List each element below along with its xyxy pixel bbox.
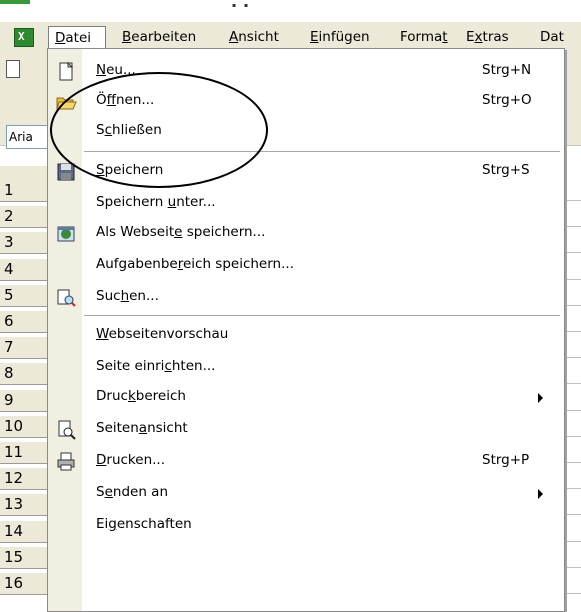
row-header[interactable]: 3 xyxy=(0,232,49,255)
row-header[interactable]: 6 xyxy=(0,311,49,333)
file-menu-item-label: Senden an xyxy=(96,484,168,500)
file-menu-item[interactable]: Druckbereich xyxy=(48,383,564,413)
annotation-circle xyxy=(50,72,268,188)
menu-bearbeiten[interactable]: Bearbeiten xyxy=(122,26,196,48)
grid-line xyxy=(563,226,581,228)
grid-line xyxy=(563,252,581,254)
file-menu-item[interactable]: Eigenschaften xyxy=(48,511,564,541)
row-header[interactable]: 4 xyxy=(0,258,49,281)
grid-line xyxy=(563,435,581,437)
submenu-arrow-icon xyxy=(538,393,543,403)
file-menu-item-label: Eigenschaften xyxy=(96,516,192,532)
row-header[interactable]: 16 xyxy=(0,573,49,595)
row-header[interactable]: 11 xyxy=(0,442,49,464)
file-menu-item-label: Als Webseite speichern... xyxy=(96,224,266,240)
file-menu-shortcut: Strg+O xyxy=(482,92,532,108)
grid-line xyxy=(563,331,581,332)
row-header[interactable]: 12 xyxy=(0,468,49,491)
grid-line xyxy=(563,488,581,490)
menu-datei[interactable]: Datei xyxy=(48,26,106,49)
title-bar-dots: ▪ ▪ xyxy=(232,2,252,9)
file-menu-shortcut: Strg+S xyxy=(482,162,530,178)
grid-line xyxy=(563,593,581,594)
grid-line xyxy=(563,357,581,359)
row-header[interactable]: 15 xyxy=(0,546,49,569)
row-header[interactable]: 2 xyxy=(0,206,49,229)
menu-daten-partial[interactable]: Dat xyxy=(540,26,564,48)
row-header[interactable]: 14 xyxy=(0,520,49,543)
print-preview-icon xyxy=(55,419,77,441)
row-header[interactable]: 9 xyxy=(0,389,49,412)
file-menu-item[interactable]: Seitenansicht xyxy=(48,415,564,445)
grid-line xyxy=(563,514,581,516)
font-name-box[interactable]: Aria xyxy=(6,125,50,149)
file-menu-item-label: Druckbereich xyxy=(96,388,186,404)
grid-line xyxy=(563,540,581,542)
file-menu-item[interactable]: Seite einrichten... xyxy=(48,353,564,383)
menu-extras[interactable]: Extras xyxy=(466,26,509,48)
file-menu-shortcut: Strg+N xyxy=(482,62,532,78)
menu-datei-rest: atei xyxy=(65,30,92,46)
excel-app-icon[interactable]: X xyxy=(14,28,34,47)
grid-line xyxy=(563,383,581,385)
file-menu-item-label: Suchen... xyxy=(96,288,159,304)
web-save-icon xyxy=(55,223,77,245)
row-header[interactable]: 7 xyxy=(0,337,49,360)
file-menu-item[interactable]: Aufgabenbereich speichern... xyxy=(48,251,564,281)
submenu-arrow-icon xyxy=(538,489,543,499)
grid-line xyxy=(563,278,581,280)
row-header[interactable]: 1 xyxy=(0,180,49,202)
printer-icon xyxy=(55,451,77,473)
column-header-corner xyxy=(0,166,48,181)
file-menu-shortcut: Strg+P xyxy=(482,452,530,468)
file-menu-item[interactable]: Webseitenvorschau xyxy=(48,321,564,351)
file-menu-item-label: Drucken... xyxy=(96,452,166,468)
row-header[interactable]: 8 xyxy=(0,363,49,386)
grid-line xyxy=(563,462,581,463)
file-menu-item-label: Seite einrichten... xyxy=(96,358,216,374)
file-menu-item[interactable]: Senden an xyxy=(48,479,564,509)
grid-line xyxy=(563,409,581,411)
file-menu-item-label: Seitenansicht xyxy=(96,420,188,436)
grid-line xyxy=(563,200,581,201)
file-menu-item[interactable]: Speichern unter... xyxy=(48,189,564,219)
menu-separator xyxy=(84,315,560,316)
menu-einfuegen[interactable]: Einfügen xyxy=(310,26,370,48)
new-document-icon xyxy=(55,61,77,83)
title-bar-strip: ▪ ▪ xyxy=(0,0,581,22)
row-header[interactable]: 5 xyxy=(0,284,49,307)
menu-datei-mnemonic: D xyxy=(55,30,66,46)
title-bar-accent xyxy=(0,0,30,4)
file-menu-item-label: Webseitenvorschau xyxy=(96,326,229,342)
file-menu-item-label: Aufgabenbereich speichern... xyxy=(96,256,294,272)
menu-ansicht[interactable]: Ansicht xyxy=(229,26,279,48)
file-menu-item[interactable]: Drucken... Strg+P xyxy=(48,447,564,477)
row-header[interactable]: 13 xyxy=(0,494,49,517)
file-menu-item[interactable]: Als Webseite speichern... xyxy=(48,219,564,249)
file-menu-item-label: Speichern unter... xyxy=(96,194,216,210)
grid-line xyxy=(563,304,581,306)
new-document-icon[interactable] xyxy=(6,60,20,78)
row-header[interactable]: 10 xyxy=(0,415,49,438)
grid-line xyxy=(563,566,581,568)
search-file-icon xyxy=(55,287,77,309)
file-menu-item[interactable]: Suchen... xyxy=(48,283,564,313)
menu-format[interactable]: Format xyxy=(400,26,448,48)
